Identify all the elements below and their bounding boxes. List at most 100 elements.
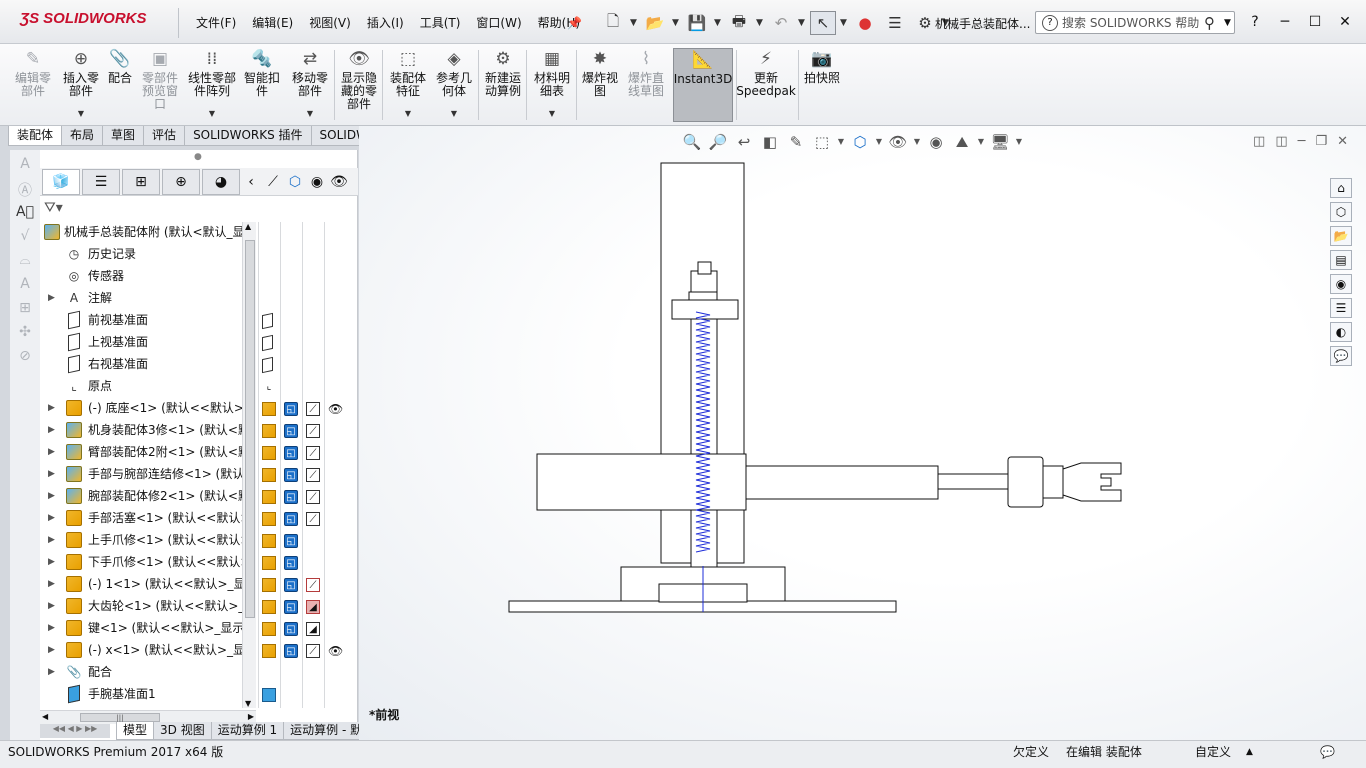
tree-item[interactable]: 手腕基准面1 (40, 684, 256, 704)
config-icon[interactable]: ◱ (284, 534, 298, 548)
rebuild-traffic-light-icon[interactable]: ● (852, 11, 878, 35)
expand-arrow-icon[interactable]: ▶ (48, 552, 55, 572)
open-folder-icon[interactable]: 📂 (642, 11, 668, 35)
expand-arrow-icon[interactable]: ▶ (48, 464, 55, 484)
tab-addins[interactable]: SOLIDWORKS 插件 (184, 126, 312, 146)
display-mode-icon[interactable]: ⟋ (306, 402, 320, 416)
tree-item[interactable]: ▶机身装配体3修<1> (默认<默认_显 (40, 420, 256, 440)
chevron-down-icon[interactable]: ▼ (714, 18, 722, 28)
filter-icon[interactable]: ⛛▾ (44, 200, 63, 216)
tab-layout[interactable]: 布局 (61, 126, 104, 146)
scrollbar-thumb[interactable] (245, 240, 255, 618)
chevron-down-icon[interactable]: ▼ (756, 18, 764, 28)
eye-icon[interactable]: 👁 (328, 644, 343, 658)
solidworks-forum-icon[interactable]: ◐ (1330, 322, 1352, 342)
surface-finish-icon[interactable]: √ (15, 228, 35, 246)
graphics-area[interactable]: 🔍 🔎 ↩ ◧ ✎ ⬚ ▼ ⬡ ▼ 👁 ▼ ◉ ⛰ ▼ 🖥 ▼ ◫ ◫ ─ ❐ ✕ (359, 126, 1366, 740)
preview-window-button[interactable]: ▣ 零部件预览窗口 (138, 48, 182, 122)
search-input[interactable]: 搜索 SOLIDWORKS 帮助 (1062, 14, 1204, 31)
tree-item[interactable]: ⌞ 原点 (40, 376, 256, 396)
home-icon[interactable]: ⌂ (1330, 178, 1352, 198)
display-mode-icon[interactable]: ⟋ (306, 644, 320, 658)
explode-line-sketch-button[interactable]: ⌇ 爆炸直线草图 (624, 48, 668, 122)
hide-show-icon[interactable]: ⟋ (262, 174, 284, 190)
config-icon[interactable]: ◱ (284, 402, 298, 416)
tree-item[interactable]: 上视基准面 (40, 332, 256, 352)
menu-file[interactable]: 文件(F) (188, 15, 244, 31)
print-icon[interactable]: 🖶 (726, 11, 752, 35)
menu-edit[interactable]: 编辑(E) (244, 15, 301, 31)
chevron-up-icon[interactable]: ▲ (1246, 744, 1253, 760)
display-mode-icon[interactable]: ◢ (306, 600, 320, 614)
move-component-button[interactable]: ⇄ 移动零部件 ▼ (288, 48, 332, 122)
exploded-view-button[interactable]: ✸ 爆炸视图 (580, 48, 620, 122)
custom-properties-icon[interactable]: ☰ (1330, 298, 1352, 318)
tree-item[interactable]: ▶ 大齿轮<1> (默认<<默认>_显示 (40, 596, 256, 616)
instant3d-button[interactable]: 📐 Instant3D (673, 48, 733, 122)
appearance-icon[interactable]: ◉ (306, 174, 328, 190)
design-library-icon[interactable]: ⬡ (1330, 202, 1352, 222)
tree-item[interactable]: ◷ 历史记录 (40, 244, 256, 264)
chevron-down-icon[interactable]: ▼ (307, 107, 313, 120)
expand-arrow-icon[interactable]: ▶ (48, 288, 55, 308)
appearances-icon[interactable]: ◉ (1330, 274, 1352, 294)
tree-item[interactable]: 右视基准面 (40, 354, 256, 374)
display-mode-icon[interactable]: ⟋ (306, 578, 320, 592)
config-icon[interactable]: ◱ (284, 644, 298, 658)
menu-tools[interactable]: 工具(T) (412, 15, 469, 31)
help-button[interactable]: ? (1240, 14, 1270, 30)
update-speedpak-button[interactable]: ⚡ 更新Speedpak (736, 48, 796, 122)
eye-icon[interactable]: 👁 (328, 174, 350, 190)
display-mode-icon[interactable]: ⟋ (306, 490, 320, 504)
config-icon[interactable]: ◱ (284, 490, 298, 504)
expand-arrow-icon[interactable]: ▶ (48, 574, 55, 594)
expand-arrow-icon[interactable]: ▶ (48, 640, 55, 660)
config-icon[interactable]: ◱ (284, 512, 298, 526)
expand-arrow-icon[interactable]: ▶ (48, 596, 55, 616)
display-mode-icon[interactable]: ◢ (306, 622, 320, 636)
tab-navigation-arrows[interactable]: ◀◀ ◀ ▶ ▶▶ (40, 724, 110, 738)
menu-view[interactable]: 视图(V) (301, 15, 359, 31)
tab-3d-view[interactable]: 3D 视图 (153, 722, 212, 740)
tree-root[interactable]: 机械手总装配体附 (默认<默认_显 (40, 222, 256, 242)
edit-component-button[interactable]: ✎ 编辑零部件 (10, 48, 56, 122)
expand-arrow-icon[interactable]: ▶ (48, 420, 55, 440)
tree-item[interactable]: ◎ 传感器 (40, 266, 256, 286)
new-motion-study-button[interactable]: ⚙ 新建运动算例 (482, 48, 524, 122)
smart-dimension-icon[interactable]: A⃞ (15, 204, 35, 222)
scrollbar-thumb[interactable]: ||| (80, 713, 160, 722)
feature-manager-tab-icon[interactable]: 🧊 (42, 168, 80, 195)
tree-item[interactable]: ▶腕部装配体修2<1> (默认<默认_显 (40, 486, 256, 506)
config-icon[interactable]: ◱ (284, 556, 298, 570)
minimize-icon[interactable]: ─ (1270, 14, 1300, 30)
reference-geometry-button[interactable]: ◈ 参考几何体 ▼ (432, 48, 476, 122)
tree-item[interactable]: ▶ (-) 1<1> (默认<<默认>_显示 (40, 574, 256, 594)
help-search-box[interactable]: ? 搜索 SOLIDWORKS 帮助 ⚲ ▼ (1035, 11, 1235, 34)
insert-component-button[interactable]: ⊕ 插入零部件 ▼ (58, 48, 104, 122)
configuration-manager-tab-icon[interactable]: ⊞ (122, 168, 160, 195)
chevron-down-icon[interactable]: ▼ (405, 107, 411, 120)
geometric-tolerance-icon[interactable]: ⊞ (15, 300, 35, 318)
datum-icon[interactable]: A (15, 276, 35, 294)
config-icon[interactable]: ◱ (284, 424, 298, 438)
maximize-icon[interactable]: ☐ (1300, 14, 1330, 30)
take-snapshot-button[interactable]: 📷 拍快照 (802, 48, 842, 122)
dimxpert-tab-icon[interactable]: ⊕ (162, 168, 200, 195)
note-icon[interactable]: A (15, 156, 35, 174)
menu-window[interactable]: 窗口(W) (468, 15, 529, 31)
menu-insert[interactable]: 插入(I) (359, 15, 412, 31)
display-mode-icon[interactable]: ⟋ (306, 512, 320, 526)
tab-motion-study-1[interactable]: 运动算例 1 (210, 722, 285, 740)
config-icon[interactable]: ◱ (284, 600, 298, 614)
units-selector[interactable]: 自定义 (1195, 744, 1231, 760)
splitter-handle[interactable]: ● (194, 152, 202, 162)
file-explorer-icon[interactable]: 📂 (1330, 226, 1352, 246)
tab-model[interactable]: 模型 (116, 722, 155, 740)
eye-icon[interactable]: 👁 (328, 402, 343, 416)
tree-item[interactable]: ▶ (-) 底座<1> (默认<<默认>_显 (40, 398, 256, 418)
chevron-down-icon[interactable]: ▼ (672, 18, 680, 28)
center-mark-icon[interactable]: ✣ (15, 324, 35, 342)
scroll-left-icon[interactable]: ◀ (42, 712, 48, 721)
tree-scrollbar[interactable]: ▲ ▼ (242, 222, 256, 708)
select-pointer-icon[interactable]: ↖ (810, 11, 836, 35)
